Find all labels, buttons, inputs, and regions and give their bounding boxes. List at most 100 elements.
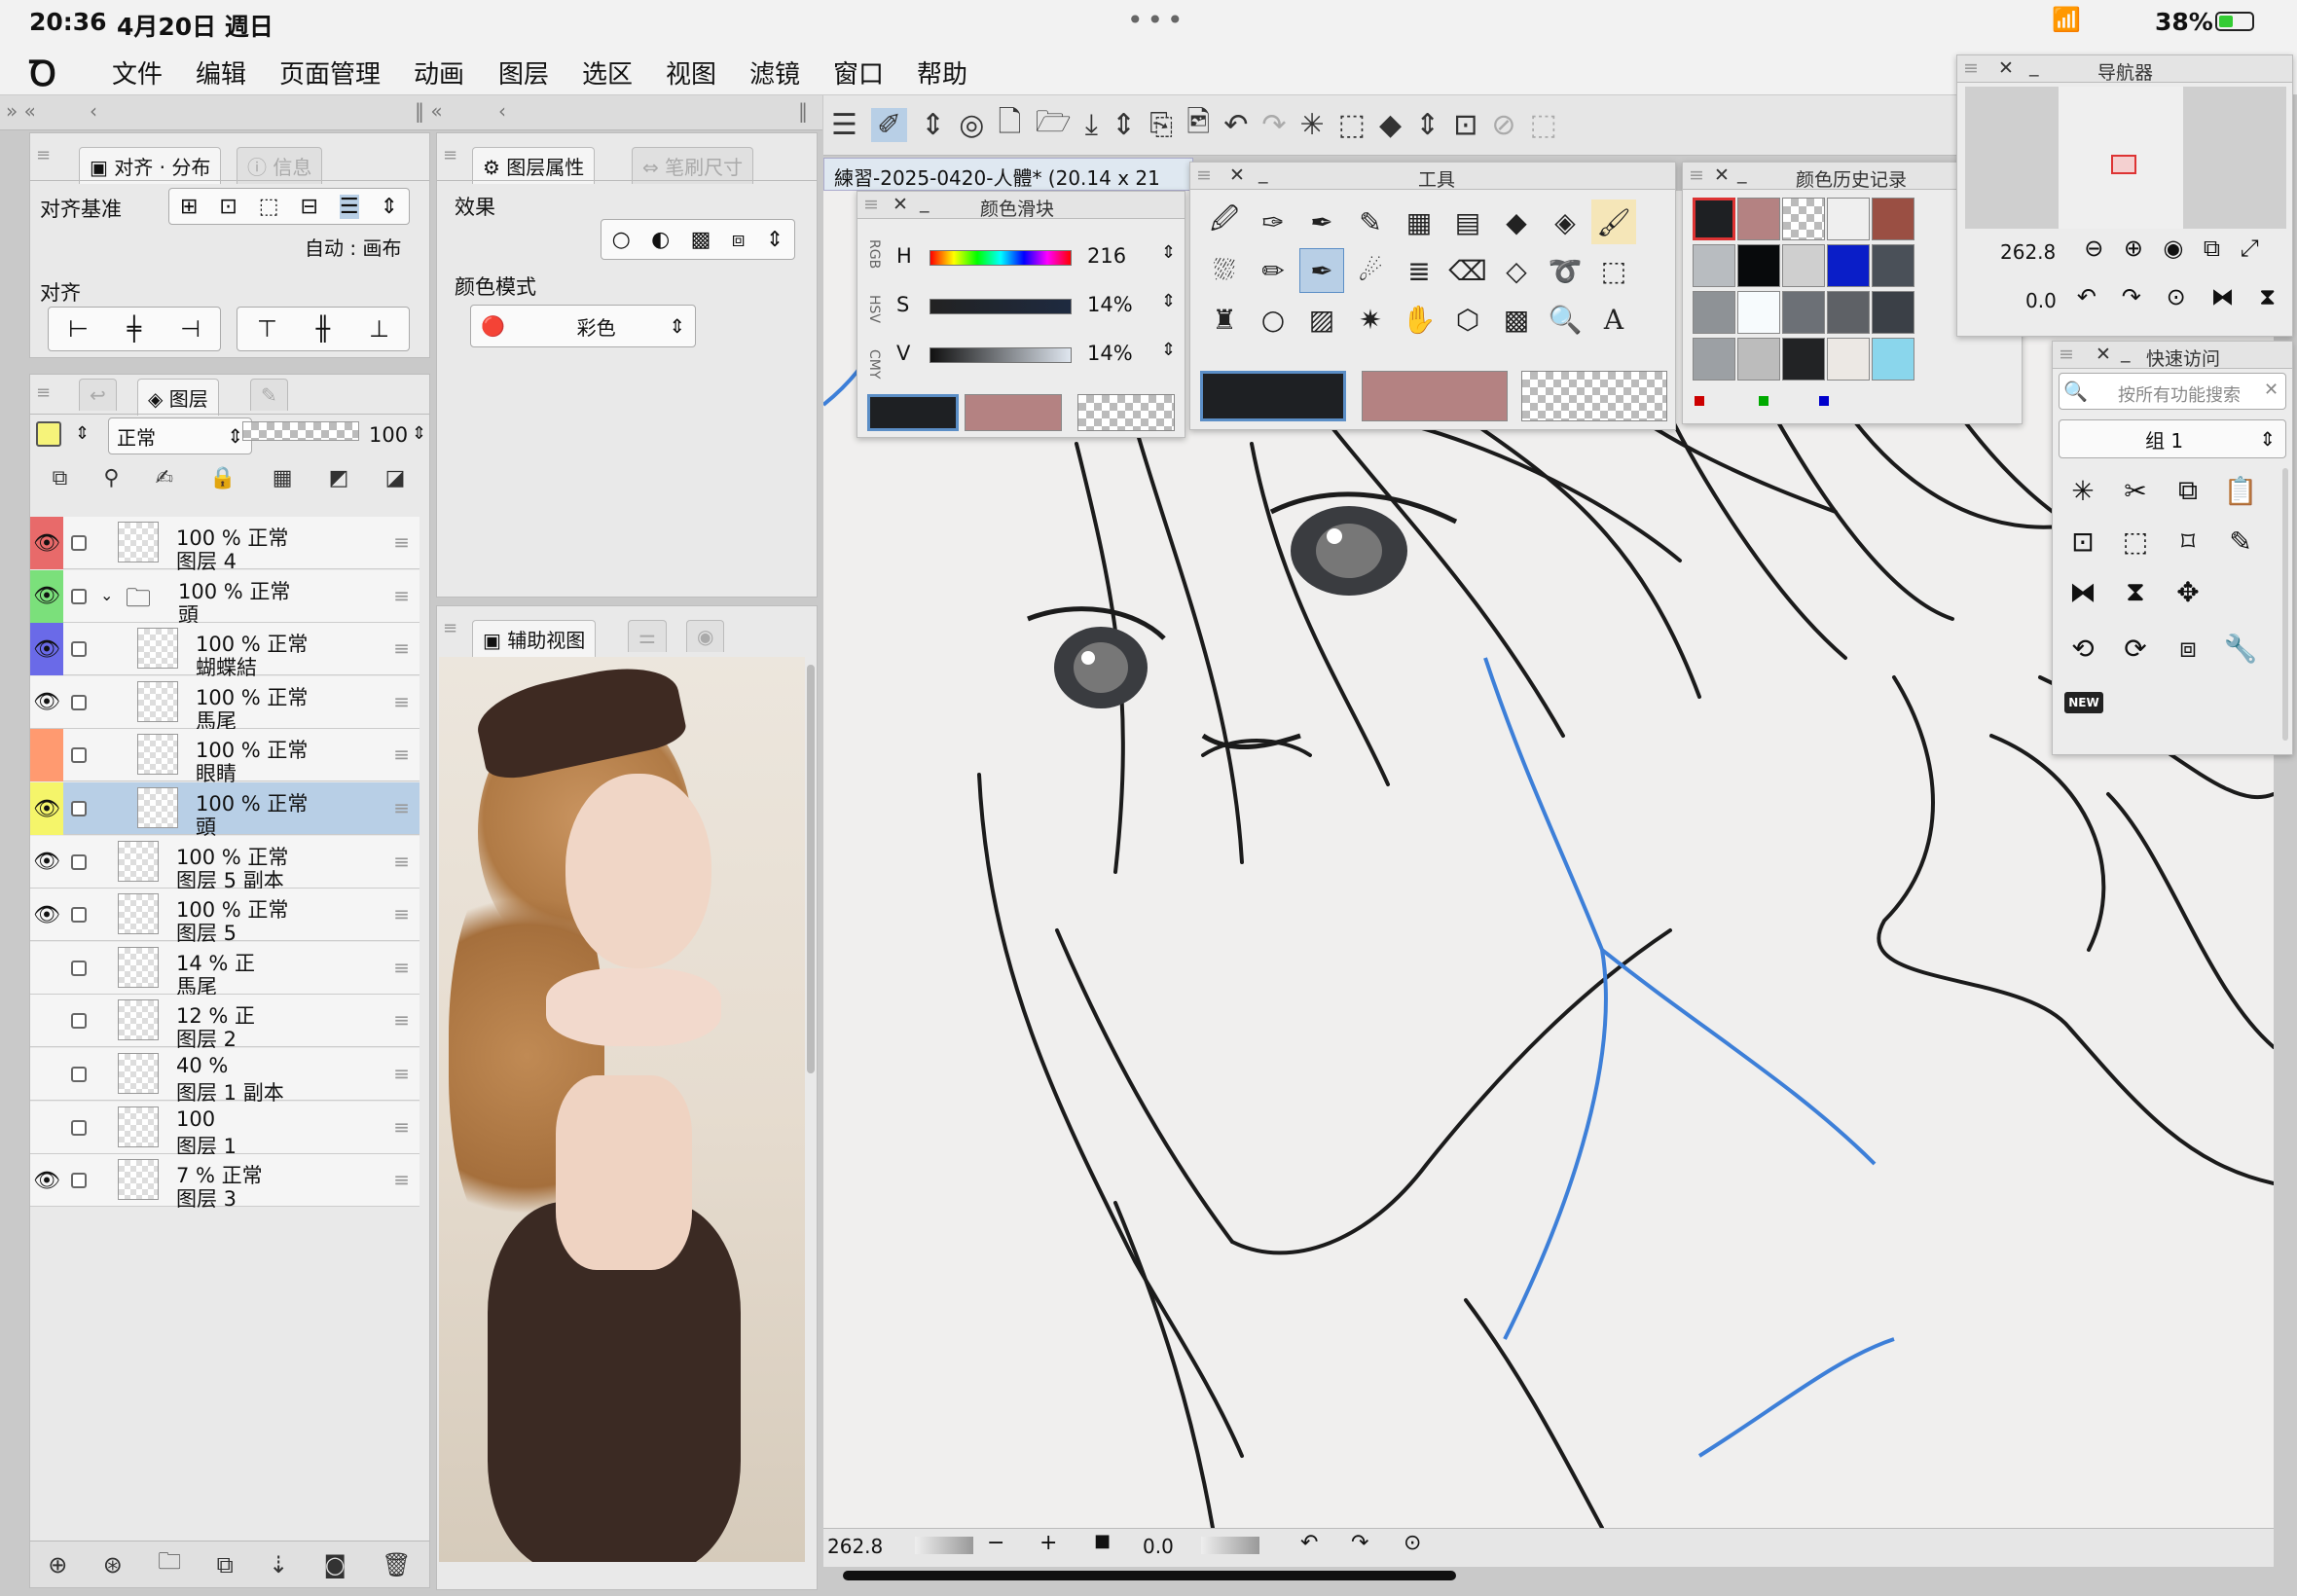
flip-horizontal-icon[interactable]: ⧓ [2060,569,2105,614]
visibility-eye-icon[interactable] [30,1102,63,1154]
actual-size-icon[interactable]: ⧉ [2204,235,2220,270]
drag-handle-icon[interactable]: ≡ [393,956,410,979]
panel-menu-icon[interactable]: ≡ [2059,344,2074,365]
wrench-icon[interactable]: 🔧 [2218,626,2263,671]
g-pen-icon[interactable]: ✒ [1299,248,1344,293]
minimize-icon[interactable]: _ [2121,342,2131,363]
gradient-icon[interactable]: ▨ [1299,297,1344,342]
home-indicator[interactable] [843,1571,1456,1580]
panel-menu-icon[interactable]: ≡ [36,145,51,165]
copy-icon[interactable]: ⧉ [2166,468,2210,513]
tab-align[interactable]: ▣ 对齐 · 分布 [79,147,222,184]
close-icon[interactable]: ✕ [1229,164,1245,186]
tab-sub-view[interactable]: ▣ 辅助视图 [472,620,597,657]
tab-brush[interactable]: ✎ [250,379,288,411]
layer-select-checkbox[interactable] [71,694,87,710]
tab-hsv[interactable]: HSV [866,295,882,323]
align-top-icon[interactable]: ⊤ [257,315,277,343]
chevron-down-icon[interactable]: ⌄ [100,586,113,604]
tool-sub-color[interactable] [1362,371,1508,421]
menu-layer[interactable]: 图层 [498,54,549,91]
zoom-icon[interactable]: 🔍 [1543,297,1587,342]
panel-menu-icon[interactable]: ≡ [1689,164,1704,186]
frame-icon[interactable]: ▤ [1445,200,1490,244]
reset-rotation-icon[interactable]: ⊙ [2167,283,2186,318]
menu-selection[interactable]: 选区 [582,54,633,91]
pipette-icon[interactable]: ✑ [1251,200,1295,244]
navigator-viewport[interactable] [2111,155,2136,174]
layer-select-checkbox[interactable] [71,535,87,551]
tab-cmy[interactable]: CMY [866,349,882,379]
dock-grip-icon[interactable]: ‖ [798,99,808,123]
chevron-updown-icon[interactable]: ⇕ [1161,340,1176,360]
chevron-updown-icon[interactable]: ⇕ [1161,242,1176,263]
visibility-eye-icon[interactable]: 👁 [30,1154,63,1207]
group-select[interactable]: 组 1 ⇕ [2059,419,2286,458]
color-history-swatch[interactable] [1827,198,1870,240]
align-basis-selector[interactable]: ⊞ ⊡ ⬚ ⊟ ☰ ⇕ [168,188,410,225]
minimize-icon[interactable]: _ [1258,163,1268,184]
color-history-swatch[interactable] [1737,338,1780,381]
flip-vertical-icon[interactable]: ⧗ [2259,283,2276,318]
multitask-dots-icon[interactable]: ••• [1127,4,1187,36]
opacity-slider[interactable] [242,421,359,441]
drag-handle-icon[interactable]: ≡ [393,743,410,766]
layer-mask-icon[interactable]: ◙ [324,1551,346,1578]
rotation-slider[interactable] [1201,1537,1259,1554]
dock-grip-icon[interactable]: ‖ « [415,99,443,123]
layer-row[interactable]: 👁 7 % 正常 图层 3 ≡ [30,1154,419,1211]
tool-transparent-color[interactable] [1521,371,1667,421]
fit-window-icon[interactable]: ◉ [2163,235,2183,270]
vector-eraser-icon[interactable]: ◇ [1494,248,1539,293]
canvas-rotation-value[interactable]: 0.0 [1143,1535,1174,1558]
visibility-eye-icon[interactable]: 👁 [30,517,63,569]
rotate-canvas-icon[interactable]: ⟲ [2060,626,2105,671]
menu-file[interactable]: 文件 [112,54,163,91]
close-icon[interactable]: ✕ [1714,164,1730,186]
canvas-zoom-value[interactable]: 262.8 [827,1535,883,1558]
layer-color-swatch[interactable] [36,421,61,447]
reset-rotation-icon[interactable]: ⊙ [1404,1531,1421,1555]
color-history-swatch[interactable] [1782,244,1825,287]
zoom-in-icon[interactable]: ⊕ [2124,235,2143,270]
scrollbar[interactable] [807,665,815,1073]
layer-row[interactable]: 100 图层 1 ≡ [30,1101,419,1158]
reference-layer-icon[interactable]: ⚲ [103,466,119,505]
visibility-eye-icon[interactable] [30,729,63,782]
layer-row[interactable]: 👁 100 % 正常頭 ≡ [30,782,419,839]
color-history-swatch[interactable] [1872,291,1914,334]
layer-row[interactable]: 40 % 图层 1 副本 ≡ [30,1048,419,1105]
loading-icon[interactable]: ✳ [2060,468,2105,513]
layer-row[interactable]: 100 % 正常 眼睛 ≡ [30,729,419,785]
tone-pattern-icon[interactable]: ▩ [1494,297,1539,342]
tab-other[interactable]: ◉ [686,620,725,652]
chevron-updown-icon[interactable]: ⇕ [1112,108,1136,142]
menu-animation[interactable]: 动画 [414,54,464,91]
fit-icon[interactable]: ■ [1094,1531,1111,1551]
close-icon[interactable]: ✕ [2096,344,2111,365]
horizontal-align-group[interactable]: ⊢ ╪ ⊣ [48,307,221,351]
ruler-icon[interactable]: ◪ [385,466,406,505]
navigator-rotation-value[interactable]: 0.0 [2025,289,2057,312]
chevron-updown-icon[interactable]: ⇕ [921,108,945,142]
tab-layer-property[interactable]: ⚙ 图层属性 [472,147,596,184]
layer-color-icon[interactable]: ⧈ [732,228,746,252]
menu-window[interactable]: 窗口 [833,54,884,91]
chevron-updown-icon[interactable]: ⇕ [75,423,90,444]
new-badge-icon[interactable]: NEW [2064,692,2103,713]
drag-handle-icon[interactable]: ≡ [393,902,410,925]
menu-filter[interactable]: 滤镜 [749,54,800,91]
layer-select-checkbox[interactable] [71,853,87,870]
panel-menu-icon[interactable]: ≡ [1196,164,1212,186]
marker-icon[interactable]: ✎ [1348,200,1393,244]
tab-history[interactable]: ↩ [79,379,117,411]
text-tool-icon[interactable]: A [1591,297,1636,342]
drag-handle-icon[interactable]: ≡ [393,850,410,873]
drag-handle-icon[interactable]: ≡ [393,530,410,554]
export-png-icon[interactable]: 🖻 [1186,100,1210,150]
transform-icon[interactable]: ⊡ [1453,108,1477,142]
color-history-swatch[interactable] [1693,198,1735,240]
rotate-right-icon[interactable]: ↷ [1351,1531,1368,1555]
align-canvas-icon[interactable]: ⊡ [219,195,237,219]
layer-row[interactable]: 👁 100 % 正常 蝴蝶結 ≡ [30,623,419,679]
